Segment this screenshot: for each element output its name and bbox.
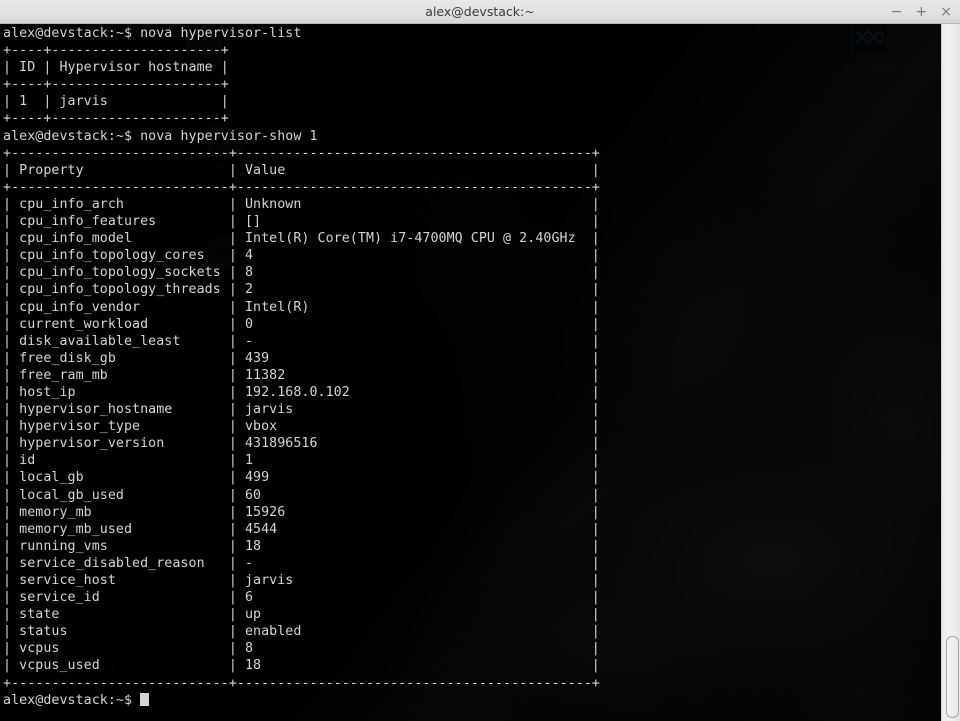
terminal-body[interactable]: alex@devstack:~$ nova hypervisor-list +-… [0, 24, 941, 721]
maximize-button[interactable]: + [916, 5, 928, 19]
close-button[interactable]: × [940, 5, 952, 19]
terminal-output: alex@devstack:~$ nova hypervisor-list +-… [3, 26, 600, 708]
terminal-window: VirtualBox Computer Home _ssD alex@devst… [0, 0, 960, 721]
terminal-cursor [140, 692, 149, 706]
window-titlebar[interactable]: alex@devstack:~ − + × [0, 0, 960, 24]
minimize-button[interactable]: − [891, 5, 903, 19]
window-title: alex@devstack:~ [425, 4, 535, 19]
window-controls: − + × [891, 0, 952, 23]
vertical-scrollbar[interactable] [941, 24, 960, 721]
scrollbar-thumb[interactable] [946, 636, 959, 718]
